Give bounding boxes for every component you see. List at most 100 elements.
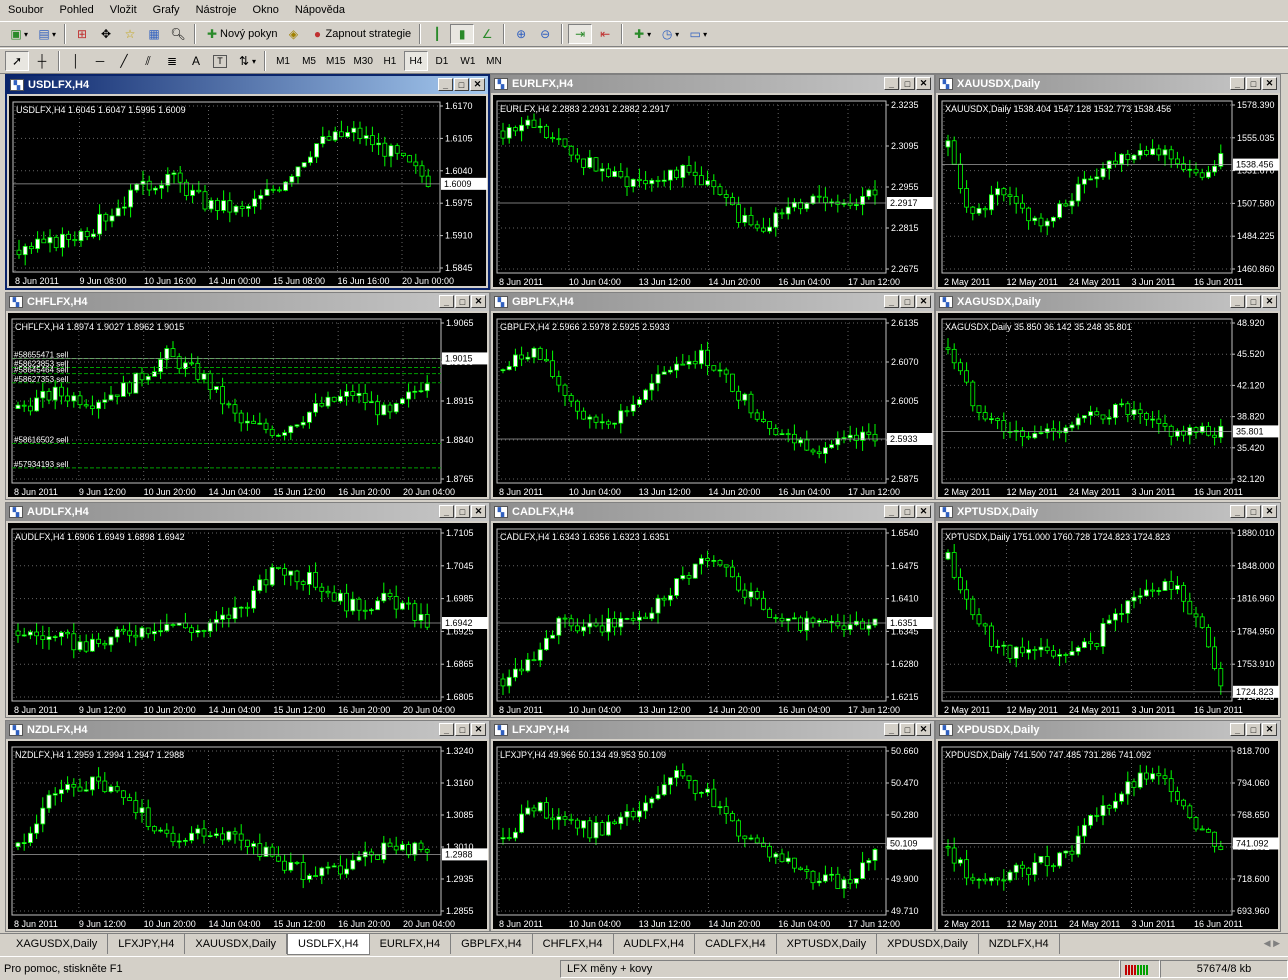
minimize-icon[interactable]: _ [884, 723, 899, 736]
start-strategy-button[interactable]: ● Zapnout strategie [307, 24, 415, 44]
timeframe-m1-button[interactable]: M1 [271, 51, 295, 71]
close-icon[interactable]: ✕ [471, 723, 486, 736]
cursor-button[interactable]: ➚ [5, 51, 29, 71]
chart-window[interactable]: ▚ GBPLFX,H4 _□✕ 2.61352.60702.60052.5940… [490, 292, 935, 500]
horizontal-line-button[interactable]: ─ [89, 51, 111, 71]
fibonacci-button[interactable]: ≣ [161, 51, 183, 71]
timeframe-h4-button[interactable]: H4 [403, 51, 428, 71]
menu-item[interactable]: Vložit [102, 4, 145, 16]
maximize-icon[interactable]: □ [455, 505, 470, 518]
chart-titlebar[interactable]: ▚ XAUUSDX,Daily _ □ ✕ [936, 75, 1280, 93]
vertical-line-button[interactable]: │ [65, 51, 87, 71]
label-button[interactable]: T [209, 51, 231, 71]
chart-titlebar[interactable]: ▚ XPDUSDX,Daily _ □ ✕ [936, 721, 1280, 739]
minimize-icon[interactable]: _ [439, 723, 454, 736]
chart-titlebar[interactable]: ▚ NZDLFX,H4 _ □ ✕ [6, 721, 489, 739]
minimize-icon[interactable]: _ [438, 78, 453, 91]
chart-titlebar[interactable]: ▚ GBPLFX,H4 _ □ ✕ [491, 293, 934, 311]
minimize-icon[interactable]: _ [439, 505, 454, 518]
chart-window[interactable]: ▚ XPTUSDX,Daily _ □ ✕ 1880.010 1848.000 1816… [935, 502, 1281, 718]
market-watch-button[interactable]: ⊞ [71, 24, 93, 44]
trendline-button[interactable]: ╱ [113, 51, 135, 71]
chart-canvas[interactable]: 2.61352.60702.60052.59402.58758 Jun 2011… [493, 313, 933, 497]
order-label[interactable]: #57934193 sell [14, 460, 68, 469]
timeframe-m30-button[interactable]: M30 [350, 51, 375, 71]
auto-scroll-button[interactable]: ⇥ [568, 24, 593, 44]
chart-tab[interactable]: USDLFX,H4 [287, 934, 370, 955]
menu-item[interactable]: Nápověda [287, 4, 353, 16]
chart-window[interactable]: ▚ CADLFX,H4 _ □ ✕ 1.6540 1.6475 1.6410 1.6345… [490, 502, 935, 718]
timeframe-m5-button[interactable]: M5 [297, 51, 321, 71]
text-button[interactable]: A [185, 51, 207, 71]
close-icon[interactable]: ✕ [1262, 505, 1277, 518]
chart-canvas[interactable]: 1.90651.89901.89151.88401.87658 Jun 2011… [8, 313, 488, 497]
maximize-icon[interactable]: □ [900, 77, 915, 90]
maximize-icon[interactable]: □ [1246, 295, 1261, 308]
chart-canvas[interactable]: 2.3235 2.3095 2.2955 2.2815 2.2675 8 Jun 2011… [493, 95, 933, 287]
chart-canvas[interactable]: 818.700 794.060 768.650 741.092 718.600 693.9… [938, 741, 1279, 929]
close-icon[interactable]: ✕ [1262, 77, 1277, 90]
order-label[interactable]: #58645464 sell [14, 366, 68, 375]
close-icon[interactable]: ✕ [916, 295, 931, 308]
chart-tab[interactable]: XAUUSDX,Daily [185, 934, 288, 954]
chart-window[interactable]: ▚ LFXJPY,H4 _□✕ 50.66050.47050.28050.090… [490, 720, 935, 932]
minimize-icon[interactable]: _ [884, 295, 899, 308]
new-order-button[interactable]: ✚ Nový pokyn [201, 24, 280, 44]
menu-item[interactable]: Soubor [0, 4, 51, 16]
chart-tab[interactable]: CADLFX,H4 [695, 934, 777, 954]
chart-window[interactable]: ▚ XAUUSDX,Daily _ □ ✕ 1578.390 1555.035 1531… [935, 74, 1281, 290]
chart-canvas[interactable]: 50.66050.47050.28050.09049.90049.7108 Ju… [493, 741, 933, 929]
minimize-icon[interactable]: _ [1230, 295, 1245, 308]
chart-shift-button[interactable]: ⇤ [594, 24, 616, 44]
maximize-icon[interactable]: □ [1246, 77, 1261, 90]
chart-titlebar[interactable]: ▚ LFXJPY,H4 _ □ ✕ [491, 721, 934, 739]
menu-item[interactable]: Nástroje [188, 4, 245, 16]
data-window-button[interactable]: ✥ [95, 24, 117, 44]
chart-titlebar[interactable]: ▚ AUDLFX,H4 _ □ ✕ [6, 503, 489, 521]
chart-tab[interactable]: GBPLFX,H4 [451, 934, 533, 954]
timeframe-d1-button[interactable]: D1 [430, 51, 454, 71]
chart-canvas[interactable]: 1.6540 1.6475 1.6410 1.6345 1.6280 1.6215 8 Ju… [493, 523, 933, 715]
maximize-icon[interactable]: □ [455, 295, 470, 308]
maximize-icon[interactable]: □ [900, 295, 915, 308]
chart-canvas[interactable]: 1578.390 1555.035 1531.670 1507.580 1484.225… [938, 95, 1279, 287]
tab-scroll-arrows-icon[interactable]: ◀ ▶ [1264, 938, 1280, 949]
close-icon[interactable]: ✕ [1262, 723, 1277, 736]
maximize-icon[interactable]: □ [1246, 505, 1261, 518]
chart-tab[interactable]: CHFLFX,H4 [533, 934, 614, 954]
chart-window[interactable]: ▚ EURLFX,H4 _ □ ✕ 2.3235 2.3095 2.2955 2.2815… [490, 74, 935, 290]
chart-window[interactable]: ▚ AUDLFX,H4 _ □ ✕ 1.7105 1.7045 1.6985 1.6925… [5, 502, 490, 718]
chart-titlebar[interactable]: ▚ EURLFX,H4 _ □ ✕ [491, 75, 934, 93]
chart-tab[interactable]: XAGUSDX,Daily [6, 934, 109, 954]
channel-button[interactable]: ⫽ [137, 51, 159, 71]
arrows-button[interactable]: ⇅ ▾ [233, 51, 259, 71]
chart-tab[interactable]: XPDUSDX,Daily [877, 934, 979, 954]
menu-item[interactable]: Okno [245, 4, 287, 16]
maximize-icon[interactable]: □ [455, 723, 470, 736]
close-icon[interactable]: ✕ [471, 295, 486, 308]
candle-chart-button[interactable]: ▮ [450, 24, 475, 44]
chart-tab[interactable]: XPTUSDX,Daily [777, 934, 878, 954]
chart-titlebar[interactable]: ▚ CHFLFX,H4 _ □ ✕ [6, 293, 489, 311]
new-chart-button[interactable]: ▣ ▾ [5, 24, 31, 44]
menu-item[interactable]: Grafy [145, 4, 188, 16]
line-chart-button[interactable]: ∠ [476, 24, 498, 44]
close-icon[interactable]: ✕ [916, 77, 931, 90]
metaeditor-button[interactable]: ◈ [283, 24, 305, 44]
maximize-icon[interactable]: □ [900, 723, 915, 736]
maximize-icon[interactable]: □ [900, 505, 915, 518]
chart-canvas[interactable]: 1.7105 1.7045 1.6985 1.6925 1.6865 1.6805 8 Ju… [8, 523, 488, 715]
timeframe-h1-button[interactable]: H1 [378, 51, 402, 71]
chart-titlebar[interactable]: ▚ XPTUSDX,Daily _ □ ✕ [936, 503, 1280, 521]
zoom-out-button[interactable]: ⊖ [534, 24, 556, 44]
chart-tab[interactable]: NZDLFX,H4 [979, 934, 1060, 954]
chart-tab[interactable]: EURLFX,H4 [370, 934, 452, 954]
indicators-button[interactable]: ✚ ▾ [628, 24, 654, 44]
close-icon[interactable]: ✕ [1262, 295, 1277, 308]
tester-button[interactable]: 🔍︎ [167, 24, 189, 44]
minimize-icon[interactable]: _ [1230, 505, 1245, 518]
chart-canvas[interactable]: 1.3240 1.3160 1.3085 1.3010 1.2935 1.2855 8 Ju… [8, 741, 488, 929]
close-icon[interactable]: ✕ [916, 723, 931, 736]
close-icon[interactable]: ✕ [470, 78, 485, 91]
maximize-icon[interactable]: □ [1246, 723, 1261, 736]
